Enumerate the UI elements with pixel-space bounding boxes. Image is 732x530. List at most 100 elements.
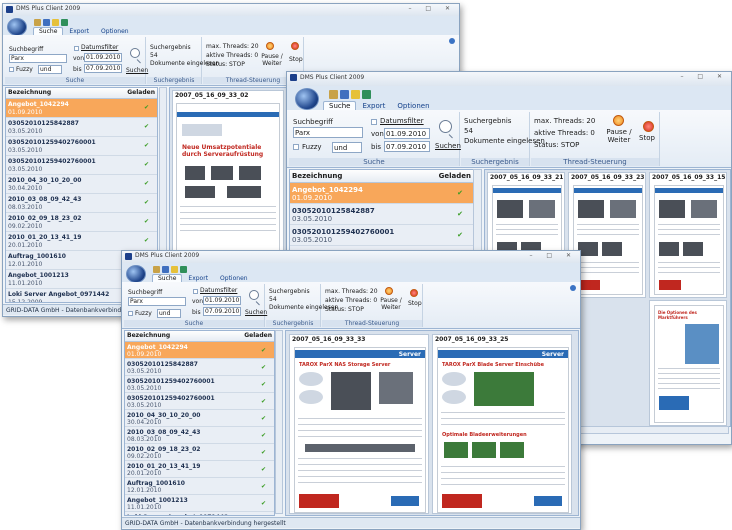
list-item[interactable]: 2010_04_30_10_20_0030.04.2010 ✔ — [125, 410, 274, 427]
tab-export[interactable]: Export — [356, 101, 391, 110]
thumbnail[interactable]: 2007_05_16_09_33_25 Server TAROX ParX Bl… — [432, 334, 572, 514]
list-item[interactable]: 2010_02_09_18_23_0209.02.2010 ✔ — [125, 444, 274, 461]
list-item[interactable]: 2010_03_08_09_42_4308.03.2010 ✔ — [6, 194, 157, 213]
list-item[interactable]: 2010_04_30_10_20_0030.04.2010 ✔ — [6, 175, 157, 194]
col-geladen[interactable]: Geladen — [244, 331, 272, 341]
app-orb-button[interactable] — [126, 265, 146, 283]
bis-date-input[interactable]: 07.09.2010 — [384, 141, 430, 152]
quick-export-icon[interactable] — [61, 19, 68, 26]
tab-optionen[interactable]: Optionen — [95, 27, 135, 35]
list-item[interactable]: Angebot_1042294 01.09.2010 ✔ — [6, 99, 157, 118]
list-item[interactable]: 03052010125940276000103.05.2010 ✔ — [6, 156, 157, 175]
list-item[interactable]: Loki Server Angebot_097144215.12.2009✔ — [125, 512, 274, 515]
pause-icon[interactable] — [266, 42, 274, 50]
window-controls[interactable]: – □ ✕ — [408, 5, 456, 12]
tab-export[interactable]: Export — [182, 274, 214, 282]
datumsfilter-checkbox[interactable] — [371, 119, 377, 125]
list-item[interactable]: 2010_01_20_13_41_1920.01.2010 ✔ — [125, 461, 274, 478]
list-item[interactable]: Angebot_1042294 01.09.2010 ✔ — [125, 342, 274, 359]
search-icon[interactable] — [130, 48, 140, 58]
list-item[interactable]: 03052010125940276000103.05.2010 ✔ — [290, 225, 473, 246]
list-scrollbar[interactable] — [275, 330, 283, 514]
list-item[interactable]: 2010_01_20_13_41_1920.01.2010 ✔ — [6, 232, 157, 251]
title-bar[interactable]: DMS Plus Client 2009 – □ ✕ — [287, 72, 731, 87]
thumbnail[interactable]: Die Optionen des Marktführers — [649, 300, 727, 426]
search-input[interactable]: Parx — [293, 127, 363, 138]
tab-suche[interactable]: Suche — [323, 101, 357, 110]
fuzzy-checkbox[interactable] — [9, 67, 14, 72]
stop-icon[interactable] — [410, 289, 418, 297]
list-item[interactable]: Angebot_100121311.01.2010 ✔ — [125, 495, 274, 512]
list-item[interactable]: 2010_03_08_09_42_4308.03.2010 ✔ — [125, 427, 274, 444]
col-geladen[interactable]: Geladen — [439, 170, 471, 182]
quick-export-icon[interactable] — [362, 90, 371, 99]
stop-button[interactable]: Stop — [408, 300, 422, 307]
stop-icon[interactable] — [291, 42, 299, 50]
search-input[interactable]: Parx — [9, 54, 67, 63]
pause-button[interactable]: Pause / Weiter — [605, 128, 633, 144]
col-bezeichnung[interactable]: Bezeichnung — [290, 172, 342, 180]
von-date-input[interactable]: 01.09.2010 — [84, 53, 122, 62]
stop-icon[interactable] — [643, 121, 654, 132]
search-icon[interactable] — [249, 290, 259, 300]
tab-export[interactable]: Export — [63, 27, 95, 35]
list-item[interactable]: 03052010125940276000103.05.2010 ✔ — [125, 393, 274, 410]
operator-select[interactable]: und — [332, 142, 362, 153]
app-orb-button[interactable] — [7, 18, 27, 36]
tab-optionen[interactable]: Optionen — [214, 274, 254, 282]
stop-button[interactable]: Stop — [639, 134, 655, 142]
col-bezeichnung[interactable]: Bezeichnung — [6, 89, 51, 96]
quick-open-icon[interactable] — [34, 19, 41, 26]
loaded-check-icon: ✔ — [260, 364, 266, 371]
pause-button[interactable]: Pause / Weiter — [380, 297, 402, 311]
bis-date-input[interactable]: 07.09.2010 — [203, 307, 241, 316]
tab-suche[interactable]: Suche — [152, 274, 183, 282]
suchen-button[interactable]: Suchen — [126, 67, 148, 74]
quick-save-icon[interactable] — [162, 266, 169, 273]
quick-open-icon[interactable] — [153, 266, 160, 273]
quick-star-icon[interactable] — [171, 266, 178, 273]
list-item[interactable]: 2010_02_09_18_23_0209.02.2010 ✔ — [6, 213, 157, 232]
list-item[interactable]: 030520101258428​87 03.05.2010 ✔ — [125, 359, 274, 376]
window-controls[interactable]: – □ ✕ — [529, 252, 577, 259]
quick-save-icon[interactable] — [43, 19, 50, 26]
window-controls[interactable]: – □ ✕ — [680, 73, 728, 80]
quick-open-icon[interactable] — [329, 90, 338, 99]
list-item[interactable]: 030520101258428​87 03.05.2010 ✔ — [290, 204, 473, 225]
col-bezeichnung[interactable]: Bezeichnung — [125, 332, 170, 339]
help-icon[interactable] — [449, 38, 455, 44]
suchen-button[interactable]: Suchen — [245, 309, 267, 316]
help-icon[interactable] — [570, 285, 576, 291]
search-icon[interactable] — [439, 120, 452, 133]
fuzzy-checkbox[interactable] — [128, 311, 133, 316]
app-orb-button[interactable] — [295, 88, 319, 110]
search-input[interactable]: Parx — [128, 297, 186, 306]
suchen-button[interactable]: Suchen — [435, 142, 461, 150]
quick-star-icon[interactable] — [52, 19, 59, 26]
quick-save-icon[interactable] — [340, 90, 349, 99]
quick-star-icon[interactable] — [351, 90, 360, 99]
pause-icon[interactable] — [613, 115, 624, 126]
col-geladen[interactable]: Geladen — [127, 88, 155, 98]
stop-button[interactable]: Stop — [289, 56, 303, 63]
tab-optionen[interactable]: Optionen — [391, 101, 435, 110]
datumsfilter-checkbox[interactable] — [193, 289, 198, 294]
thumbnail[interactable]: 2007_05_16_09_33_33 Server TAROX ParX NA… — [289, 334, 429, 514]
fuzzy-checkbox[interactable] — [293, 144, 299, 150]
datumsfilter-checkbox[interactable] — [74, 46, 79, 51]
list-item[interactable]: 03052010125940276000103.05.2010 ✔ — [125, 376, 274, 393]
list-item[interactable]: 030520101258428​87 03.05.2010 ✔ — [6, 118, 157, 137]
von-date-input[interactable]: 01.09.2010 — [384, 128, 430, 139]
bis-date-input[interactable]: 07.09.2010 — [84, 64, 122, 73]
thumbnail[interactable]: 2007_05_16_09_33_15 — [649, 172, 727, 298]
operator-select[interactable]: und — [38, 65, 62, 74]
tab-suche[interactable]: Suche — [33, 27, 64, 35]
list-item[interactable]: Angebot_1042294 01.09.2010 ✔ — [290, 183, 473, 204]
list-item[interactable]: Auftrag_100161012.01.2010 ✔ — [125, 478, 274, 495]
pause-button[interactable]: Pause / Weiter — [261, 53, 283, 67]
quick-export-icon[interactable] — [180, 266, 187, 273]
operator-select[interactable]: und — [157, 309, 181, 318]
list-item[interactable]: 03052010125940276000103.05.2010 ✔ — [6, 137, 157, 156]
von-date-input[interactable]: 01.09.2010 — [203, 296, 241, 305]
pause-icon[interactable] — [385, 287, 393, 295]
